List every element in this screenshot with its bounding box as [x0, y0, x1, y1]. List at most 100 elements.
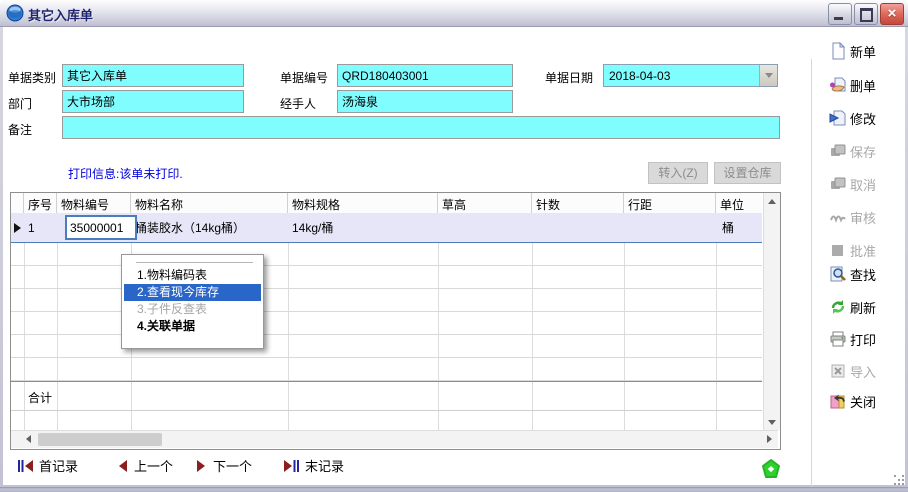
titlebar: 其它入库单 × — [0, 0, 908, 27]
app-window: 其它入库单 × 单据类别 单据编号 单据日期 2018-04-03 部门 经手人… — [0, 0, 908, 492]
chevron-down-icon — [768, 420, 776, 425]
scroll-left-button[interactable] — [20, 431, 36, 447]
maximize-icon — [860, 8, 873, 22]
handler-field[interactable] — [337, 90, 513, 113]
doc-date-value: 2018-04-03 — [604, 69, 759, 83]
remark-field[interactable] — [62, 116, 780, 139]
close-doc-icon — [829, 392, 847, 410]
cell-unit: 桶 — [716, 219, 762, 236]
print-icon — [829, 330, 847, 348]
sidebar-item-close[interactable]: 关闭 — [829, 390, 907, 412]
sidebar-item-new[interactable]: 新单 — [829, 40, 907, 62]
chevron-up-icon — [768, 199, 776, 204]
grid-header-spec[interactable]: 物料规格 — [288, 193, 438, 213]
cell-seq: 1 — [24, 221, 57, 235]
globe-app-icon — [6, 4, 24, 22]
current-row-indicator-icon — [14, 223, 21, 233]
context-menu: 1.物料编码表 2.查看现今库存 3.子件反查表 4.关联单据 — [121, 254, 264, 349]
save-icon — [829, 142, 847, 160]
doc-no-field[interactable] — [337, 64, 513, 87]
approve-icon — [829, 241, 847, 259]
horizontal-scroll-thumb[interactable] — [38, 433, 162, 446]
vertical-scrollbar[interactable] — [763, 193, 780, 430]
sidebar-item-import: 导入 — [829, 360, 907, 382]
department-field[interactable] — [62, 90, 244, 113]
safety-status-icon — [760, 458, 782, 480]
horizontal-scrollbar[interactable] — [11, 430, 778, 448]
resize-grip[interactable] — [894, 475, 904, 485]
sidebar-divider — [811, 59, 812, 492]
nav-last-record[interactable]: 末记录 — [283, 456, 344, 475]
doc-date-combobox[interactable]: 2018-04-03 — [603, 64, 778, 87]
print-info-text: 打印信息:该单未打印. — [68, 165, 183, 182]
grid-header-needle-count[interactable]: 针数 — [532, 193, 624, 213]
sidebar-item-save: 保存 — [829, 140, 907, 162]
doc-date-label: 单据日期 — [545, 69, 593, 86]
grid-header-seq[interactable]: 序号 — [24, 193, 57, 213]
edit-doc-icon — [829, 109, 847, 127]
window-controls: × — [828, 3, 904, 25]
cell-name: 桶装胶水（14kg桶） — [131, 219, 288, 236]
nav-previous-record[interactable]: 上一个 — [116, 456, 173, 475]
last-record-icon — [283, 459, 300, 473]
doc-no-label: 单据编号 — [280, 69, 328, 86]
minimize-button[interactable] — [828, 3, 852, 25]
grid-header-code[interactable]: 物料编号 — [57, 193, 131, 213]
client-area: 单据类别 单据编号 单据日期 2018-04-03 部门 经手人 备注 打印信息… — [3, 27, 905, 485]
sidebar-item-audit: 审核 — [829, 206, 907, 228]
transfer-button[interactable]: 转入(Z) — [648, 162, 708, 184]
scroll-right-button[interactable] — [761, 431, 777, 447]
sidebar-item-refresh[interactable]: 刷新 — [829, 296, 907, 318]
menu-item-material-code-table[interactable]: 1.物料编码表 — [124, 267, 261, 284]
close-icon: × — [881, 4, 903, 24]
chevron-right-icon — [767, 435, 772, 443]
nav-next-record[interactable]: 下一个 — [195, 456, 252, 475]
new-doc-icon — [829, 42, 847, 60]
scroll-up-button[interactable] — [764, 193, 780, 209]
sidebar-item-delete[interactable]: 删单 — [829, 74, 907, 96]
first-record-icon — [17, 459, 34, 473]
scroll-down-button[interactable] — [764, 414, 780, 430]
grid-header-indicator — [11, 193, 24, 213]
import-icon — [829, 362, 847, 380]
grid-header-row-spacing[interactable]: 行距 — [624, 193, 716, 213]
delete-doc-icon — [829, 76, 847, 94]
minimize-icon — [834, 17, 843, 20]
doc-type-label: 单据类别 — [8, 69, 56, 86]
menu-separator — [136, 262, 253, 263]
department-label: 部门 — [8, 95, 32, 112]
remark-label: 备注 — [8, 121, 32, 138]
set-warehouse-button[interactable]: 设置仓库 — [714, 162, 781, 184]
refresh-icon — [829, 298, 847, 316]
sidebar-item-cancel: 取消 — [829, 173, 907, 195]
grid-header-row: 序号 物料编号 物料名称 物料规格 草高 针数 行距 单位 — [11, 193, 762, 214]
grid-header-name[interactable]: 物料名称 — [131, 193, 288, 213]
find-icon — [829, 265, 847, 283]
maximize-button[interactable] — [854, 3, 878, 25]
material-code-editcell[interactable] — [65, 215, 137, 240]
grid-header-unit[interactable]: 单位 — [716, 193, 762, 213]
total-label: 合计 — [28, 389, 52, 406]
next-record-icon — [195, 459, 208, 473]
nav-first-record[interactable]: 首记录 — [17, 456, 78, 475]
sidebar-item-modify[interactable]: 修改 — [829, 107, 907, 129]
menu-item-related-documents[interactable]: 4.关联单据 — [124, 318, 261, 335]
sidebar-item-find[interactable]: 查找 — [829, 263, 907, 285]
doc-date-dropdown-button[interactable] — [759, 65, 777, 86]
menu-item-subpart-lookup: 3.子件反查表 — [124, 301, 261, 318]
sidebar-item-print[interactable]: 打印 — [829, 328, 907, 350]
grip-dots — [894, 475, 896, 477]
audit-icon — [829, 208, 847, 226]
close-button[interactable]: × — [880, 3, 904, 25]
cell-spec: 14kg/桶 — [288, 219, 438, 236]
cancel-icon — [829, 175, 847, 193]
chevron-left-icon — [26, 435, 31, 443]
chevron-down-icon — [765, 73, 773, 78]
window-title: 其它入库单 — [28, 5, 93, 24]
grid-header-pile-height[interactable]: 草高 — [438, 193, 532, 213]
grid-total-row: 合计 — [11, 381, 762, 411]
doc-type-field[interactable] — [62, 64, 244, 87]
menu-item-view-current-stock[interactable]: 2.查看现今库存 — [124, 284, 261, 301]
handler-label: 经手人 — [280, 95, 316, 112]
window-bottom-frame — [0, 487, 908, 492]
